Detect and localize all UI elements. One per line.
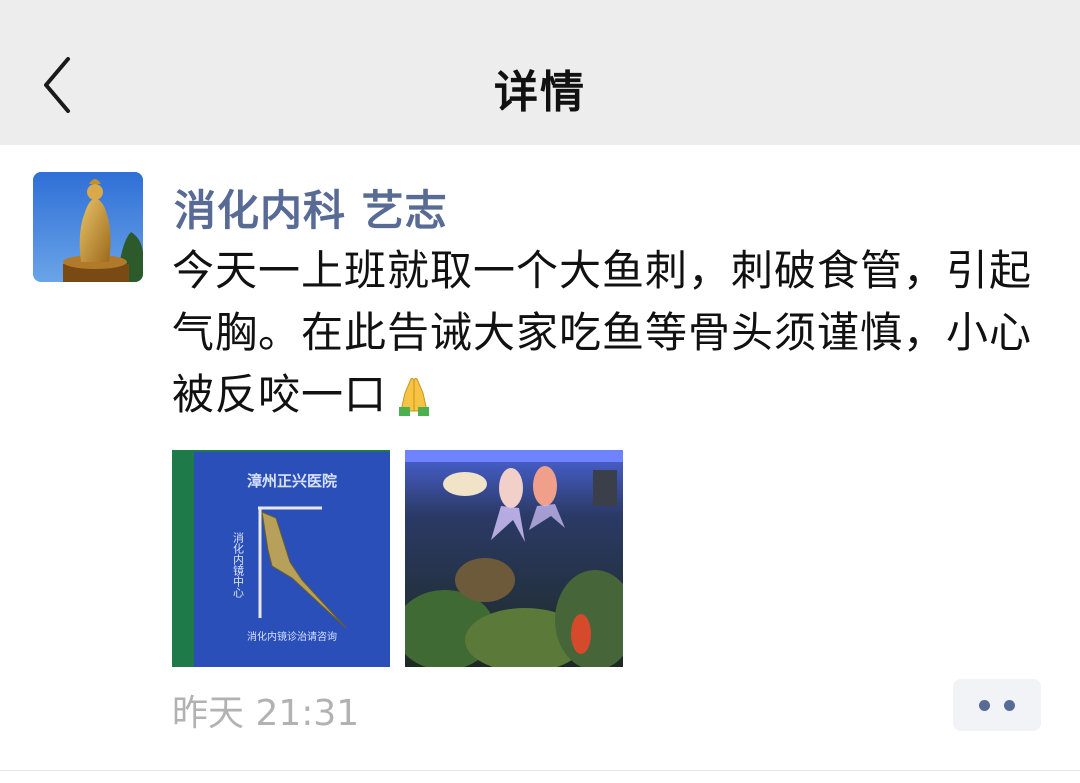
photo-side-text: 消化内镜中心	[232, 531, 245, 598]
post-timestamp: 昨天 21:31	[172, 693, 360, 734]
more-dots-icon	[1004, 700, 1015, 711]
more-dots-icon	[979, 700, 990, 711]
photo-footer: 消化内镜诊治请咨询	[247, 630, 337, 643]
avatar[interactable]	[33, 172, 143, 282]
more-actions-button[interactable]	[953, 679, 1041, 731]
divider	[0, 770, 1080, 771]
top-nav-bar: 详情	[0, 0, 1080, 145]
photo-caption: 漳州正兴医院	[247, 472, 337, 490]
page-title: 详情	[494, 67, 586, 118]
goldfish-tank-photo[interactable]	[405, 450, 623, 667]
pray-emoji-icon	[391, 371, 437, 434]
post-text-content: 今天一上班就取一个大鱼刺，刺破食管，引起气胸。在此告诫大家吃鱼等骨头须谨慎，小心…	[172, 246, 1033, 419]
author-name[interactable]: 消化内科 艺志	[174, 177, 448, 238]
post-text: 今天一上班就取一个大鱼刺，刺破食管，引起气胸。在此告诫大家吃鱼等骨头须谨慎，小心…	[172, 240, 1052, 434]
fish-bone-photo[interactable]: 漳州正兴医院 消化内镜中心 消化内镜诊治请咨询	[172, 450, 390, 667]
